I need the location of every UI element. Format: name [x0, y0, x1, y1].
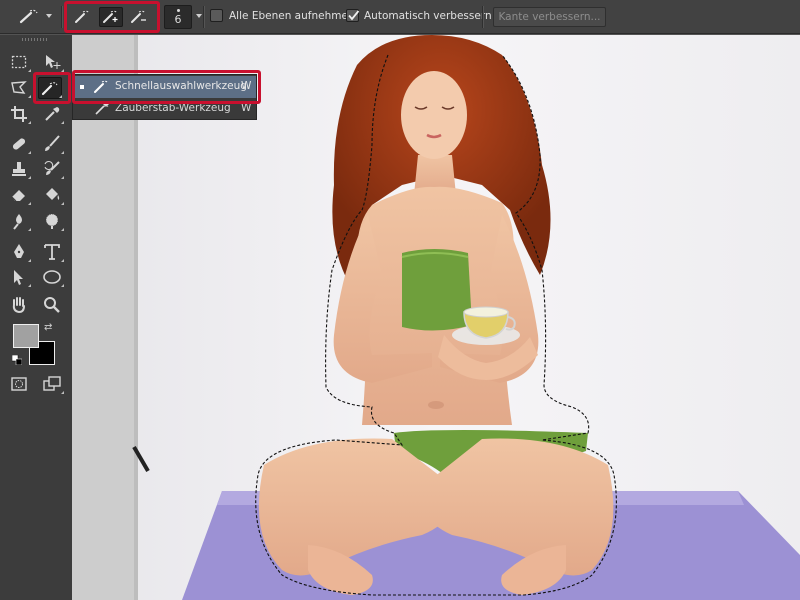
divider — [482, 6, 484, 28]
flyout-item-quick-selection[interactable]: Schnellauswahlwerkzeug W — [73, 76, 256, 98]
flyout-item-label: Zauberstab-Werkzeug — [115, 102, 231, 114]
ellipse-tool[interactable] — [40, 266, 64, 288]
hand-tool[interactable] — [7, 294, 31, 316]
history-brush-icon — [44, 161, 60, 175]
pen-tool[interactable] — [7, 241, 31, 263]
quick-mask-button[interactable] — [7, 373, 31, 395]
lasso-tool[interactable] — [7, 77, 31, 99]
options-bar: 6 Alle Ebenen aufnehmen Automatisch verb… — [0, 0, 800, 34]
zoom-tool[interactable] — [40, 294, 64, 316]
healing-icon — [12, 138, 26, 150]
toolbox: ⇄ — [0, 35, 72, 600]
toolbox-grip[interactable] — [22, 38, 48, 41]
type-tool[interactable] — [40, 241, 64, 263]
clone-stamp-tool[interactable] — [7, 158, 31, 180]
brush-size-value: 6 — [174, 13, 182, 26]
marquee-tool[interactable] — [7, 51, 31, 73]
crop-icon — [11, 106, 27, 122]
ellipse-icon — [43, 270, 61, 284]
screen-mode-icon — [43, 376, 61, 391]
chevron-down-icon[interactable] — [196, 14, 202, 18]
sample-all-layers-label: Alle Ebenen aufnehmen — [229, 10, 355, 22]
foreground-color-swatch[interactable] — [13, 324, 39, 348]
brush-icon — [45, 135, 60, 151]
chevron-down-icon — [46, 14, 52, 18]
path-selection-tool[interactable] — [7, 266, 31, 288]
default-colors-icon[interactable] — [12, 355, 22, 365]
divider — [203, 6, 205, 28]
type-icon — [44, 244, 60, 260]
flyout-item-shortcut: W — [241, 80, 252, 92]
crop-tool[interactable] — [7, 103, 31, 125]
paint-bucket-icon — [46, 188, 60, 200]
tool-flyout-menu: Schnellauswahlwerkzeug W Zauberstab-Werk… — [72, 74, 257, 120]
screen-mode-button[interactable] — [40, 373, 64, 395]
new-selection-icon — [75, 10, 90, 23]
pen-icon — [14, 244, 24, 258]
flyout-item-shortcut: W — [241, 102, 252, 114]
move-tool[interactable] — [40, 51, 64, 73]
quick-selection-tool[interactable] — [38, 77, 62, 99]
hand-icon — [12, 297, 25, 314]
stamp-icon — [12, 162, 26, 176]
dodge-tool[interactable] — [40, 210, 64, 232]
quick-selection-icon — [19, 9, 38, 24]
add-to-selection-button[interactable] — [99, 7, 123, 27]
tool-preset-picker[interactable] — [14, 6, 58, 28]
checkmark-icon — [348, 10, 360, 21]
divider — [61, 6, 63, 28]
eyedropper-icon — [45, 107, 60, 121]
move-icon — [46, 55, 61, 69]
magic-wand-icon — [95, 102, 109, 115]
brush-tip-icon — [176, 9, 180, 12]
zoom-icon — [44, 297, 60, 313]
auto-enhance-label: Automatisch verbessern — [364, 10, 492, 22]
new-selection-button[interactable] — [71, 7, 95, 27]
brush-tool[interactable] — [40, 133, 64, 155]
blur-icon — [13, 214, 22, 230]
blur-tool[interactable] — [7, 210, 31, 232]
auto-enhance-checkbox[interactable] — [346, 9, 360, 22]
sample-all-layers-checkbox[interactable] — [210, 9, 223, 22]
eyedropper-tool[interactable] — [40, 103, 64, 125]
dodge-icon — [45, 213, 59, 229]
add-to-selection-icon — [103, 10, 118, 23]
flyout-item-magic-wand[interactable]: Zauberstab-Werkzeug W — [73, 98, 256, 120]
path-selection-icon — [14, 270, 23, 285]
brush-size-picker[interactable]: 6 — [164, 5, 192, 29]
quick-selection-icon — [94, 80, 109, 93]
selection-mode-group — [64, 2, 160, 32]
marquee-icon — [11, 55, 27, 69]
flyout-item-label: Schnellauswahlwerkzeug — [115, 80, 247, 92]
selected-bullet-icon — [80, 85, 84, 89]
swap-colors-icon[interactable]: ⇄ — [44, 322, 52, 333]
subtract-from-selection-button[interactable] — [127, 7, 151, 27]
refine-edge-button[interactable]: Kante verbessern... — [493, 7, 606, 27]
healing-brush-tool[interactable] — [7, 133, 31, 155]
history-brush-tool[interactable] — [40, 158, 64, 180]
eraser-icon — [11, 190, 25, 202]
subtract-from-selection-icon — [131, 10, 146, 23]
eraser-tool[interactable] — [7, 184, 31, 206]
lasso-icon — [11, 81, 27, 94]
quick-selection-icon — [41, 82, 58, 96]
quick-mask-icon — [11, 377, 27, 391]
paint-bucket-tool[interactable] — [40, 184, 64, 206]
